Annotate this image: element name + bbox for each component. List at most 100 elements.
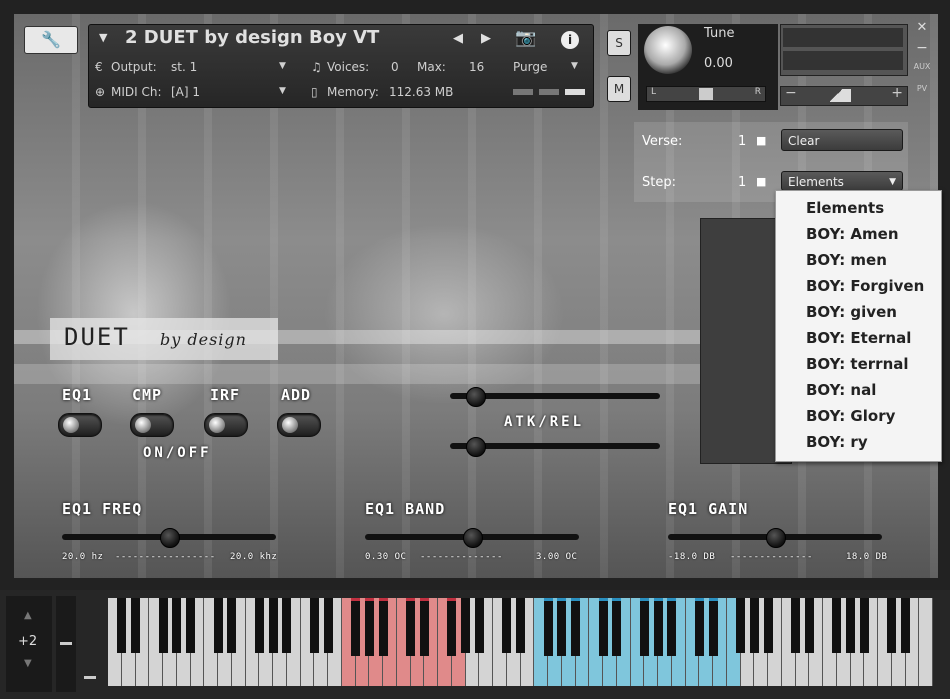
black-key[interactable] (323, 598, 333, 653)
black-key[interactable] (364, 598, 374, 656)
midi-value[interactable]: [A] 1 (171, 85, 200, 99)
volume-slider[interactable]: − + (780, 85, 908, 106)
next-icon[interactable]: ▶ (481, 31, 491, 46)
black-key[interactable] (406, 598, 415, 656)
output-dropdown-icon[interactable]: ▼ (279, 61, 286, 71)
black-key[interactable] (749, 598, 759, 653)
clear-button[interactable]: Clear (781, 129, 903, 151)
info-icon[interactable]: i (561, 31, 579, 49)
prev-icon[interactable]: ◀ (453, 31, 463, 46)
black-key[interactable] (557, 598, 567, 656)
black-key[interactable] (639, 598, 649, 656)
menu-item[interactable]: Elements (776, 195, 941, 221)
black-key[interactable] (516, 598, 525, 653)
menu-item[interactable]: BOY: Amen (776, 221, 941, 247)
black-key[interactable] (172, 598, 182, 653)
camera-icon[interactable]: 📷 (515, 28, 536, 48)
max-value[interactable]: 16 (469, 60, 484, 74)
black-key[interactable] (117, 598, 127, 653)
black-key[interactable] (131, 598, 140, 653)
black-key[interactable] (612, 598, 622, 656)
eq1-freq-handle[interactable] (160, 528, 180, 548)
black-key[interactable] (791, 598, 800, 653)
mod-wheel-marker[interactable] (84, 676, 96, 679)
black-key[interactable] (901, 598, 910, 653)
black-key[interactable] (736, 598, 745, 653)
elements-dropdown[interactable]: Elements ▼ (781, 171, 903, 191)
volume-minus-icon[interactable]: − (785, 85, 797, 101)
solo-button[interactable]: S (607, 30, 631, 56)
black-key[interactable] (708, 598, 718, 656)
dropdown-arrow-icon[interactable]: ▼ (99, 31, 107, 44)
black-key[interactable] (653, 598, 663, 656)
irf-toggle[interactable] (204, 413, 248, 437)
pan-slider[interactable]: L R (646, 86, 766, 102)
black-key[interactable] (447, 598, 457, 656)
menu-item[interactable]: BOY: nal (776, 377, 941, 403)
close-icon[interactable]: ✕ (913, 20, 931, 38)
piano-keyboard[interactable] (108, 590, 938, 699)
black-key[interactable] (763, 598, 773, 653)
wrench-icon[interactable]: 🔧 (24, 26, 78, 54)
black-key[interactable] (186, 598, 195, 653)
pitch-wheel-marker[interactable] (60, 642, 72, 645)
verse-value[interactable]: 1 (738, 134, 746, 149)
black-key[interactable] (282, 598, 292, 653)
black-key[interactable] (832, 598, 842, 653)
purge-dropdown-icon[interactable]: ▼ (571, 61, 578, 71)
cmp-toggle[interactable] (130, 413, 174, 437)
eq1-band-handle[interactable] (463, 528, 483, 548)
black-key[interactable] (419, 598, 429, 656)
black-key[interactable] (227, 598, 237, 653)
eq1-gain-handle[interactable] (766, 528, 786, 548)
black-key[interactable] (461, 598, 470, 653)
black-key[interactable] (309, 598, 319, 653)
black-key[interactable] (571, 598, 580, 656)
black-key[interactable] (598, 598, 608, 656)
black-key[interactable] (804, 598, 814, 653)
octave-up-icon[interactable]: ▲ (24, 610, 32, 621)
black-key[interactable] (859, 598, 869, 653)
black-key[interactable] (378, 598, 388, 656)
black-key[interactable] (351, 598, 360, 656)
eq1-gain-max: 18.0 DB (846, 552, 888, 562)
black-key[interactable] (694, 598, 704, 656)
black-key[interactable] (213, 598, 223, 653)
midi-dropdown-icon[interactable]: ▼ (279, 86, 286, 96)
black-key[interactable] (502, 598, 512, 653)
aux-button[interactable]: AUX (911, 62, 933, 71)
menu-item[interactable]: BOY: men (776, 247, 941, 273)
black-key[interactable] (543, 598, 553, 656)
eq1-freq-label: EQ1 FREQ (62, 500, 143, 518)
attack-slider-handle[interactable] (466, 387, 486, 407)
tune-value[interactable]: 0.00 (704, 56, 733, 71)
menu-item[interactable]: BOY: Eternal (776, 325, 941, 351)
black-key[interactable] (474, 598, 484, 653)
menu-item[interactable]: BOY: ry (776, 429, 941, 455)
pv-button[interactable]: PV (911, 84, 933, 93)
menu-item[interactable]: BOY: Glory (776, 403, 941, 429)
menu-item[interactable]: BOY: terrnal (776, 351, 941, 377)
menu-item[interactable]: BOY: Forgiven (776, 273, 941, 299)
add-toggle[interactable] (277, 413, 321, 437)
menu-item[interactable]: BOY: given (776, 299, 941, 325)
eq1-toggle[interactable] (58, 413, 102, 437)
release-slider-handle[interactable] (466, 437, 486, 457)
output-value[interactable]: st. 1 (171, 60, 197, 74)
volume-plus-icon[interactable]: + (891, 85, 903, 101)
step-value[interactable]: 1 (738, 175, 746, 190)
octave-down-icon[interactable]: ▼ (24, 658, 32, 669)
black-key[interactable] (254, 598, 264, 653)
instrument-name[interactable]: 2 DUET by design Boy VT (125, 27, 379, 48)
mute-button[interactable]: M (607, 76, 631, 102)
black-key[interactable] (158, 598, 168, 653)
tune-knob[interactable] (644, 26, 692, 74)
purge-button[interactable]: Purge (513, 60, 547, 74)
black-key[interactable] (667, 598, 677, 656)
minimize-icon[interactable]: − (913, 40, 931, 58)
black-key[interactable] (846, 598, 855, 653)
black-key[interactable] (268, 598, 278, 653)
pan-handle[interactable] (699, 88, 713, 100)
white-key[interactable] (919, 598, 933, 686)
black-key[interactable] (887, 598, 897, 653)
